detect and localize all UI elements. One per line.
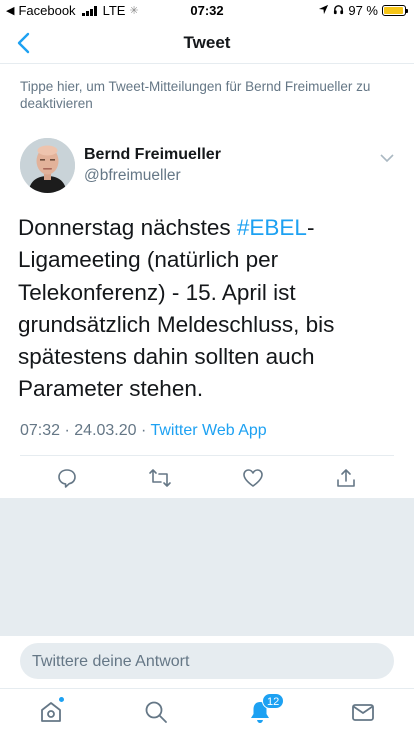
tab-messages[interactable] <box>350 699 376 725</box>
reply-icon[interactable] <box>55 466 79 490</box>
status-bar-right: 97 % <box>318 3 408 18</box>
page-title: Tweet <box>183 33 231 52</box>
author-name[interactable]: Bernd Freimueller <box>84 146 221 164</box>
chevron-down-icon[interactable] <box>380 150 394 163</box>
status-bar: ◀ Facebook LTE ✳ 07:32 97 % <box>0 0 414 22</box>
tab-bar: 12 <box>0 688 414 736</box>
tweet-actions <box>0 462 414 494</box>
tweet-time: 07:32 <box>20 422 61 439</box>
author-handle[interactable]: @bfreimueller <box>84 167 181 185</box>
meta-separator: · <box>60 422 75 439</box>
replies-area <box>0 498 414 636</box>
tweet-text-after: -Ligameeting (natürlich per Telekonferen… <box>18 215 335 402</box>
home-unread-dot <box>58 696 65 703</box>
tweet-meta: 07:32 · 24.03.20 · Twitter Web App <box>20 422 267 440</box>
meta-separator: · <box>136 422 151 439</box>
like-icon[interactable] <box>241 466 265 490</box>
notification-toggle-notice[interactable]: Tippe hier, um Tweet-Mitteilungen für Be… <box>20 78 400 112</box>
tweet-text-before: Donnerstag nächstes <box>18 215 237 240</box>
avatar[interactable] <box>20 138 75 193</box>
share-icon[interactable] <box>334 466 358 490</box>
reply-input[interactable]: Twittere deine Antwort <box>20 643 394 679</box>
tab-home[interactable] <box>38 696 65 725</box>
messages-icon <box>352 704 374 721</box>
divider <box>20 455 394 456</box>
hashtag-link[interactable]: #EBEL <box>237 215 307 240</box>
retweet-icon[interactable] <box>148 466 172 490</box>
tweet-text: Donnerstag nächstes #EBEL-Ligameeting (n… <box>18 212 398 406</box>
tab-search[interactable] <box>143 699 169 725</box>
headphones-icon <box>333 3 344 18</box>
notifications-badge: 12 <box>262 693 285 709</box>
battery-percent: 97 % <box>348 3 378 18</box>
tweet-date: 24.03.20 <box>74 422 137 439</box>
navigation-bar: Tweet <box>0 22 414 64</box>
tweet-source-link[interactable]: Twitter Web App <box>150 422 266 439</box>
battery-icon <box>382 5 408 16</box>
location-icon <box>318 3 329 18</box>
search-icon <box>145 701 167 723</box>
